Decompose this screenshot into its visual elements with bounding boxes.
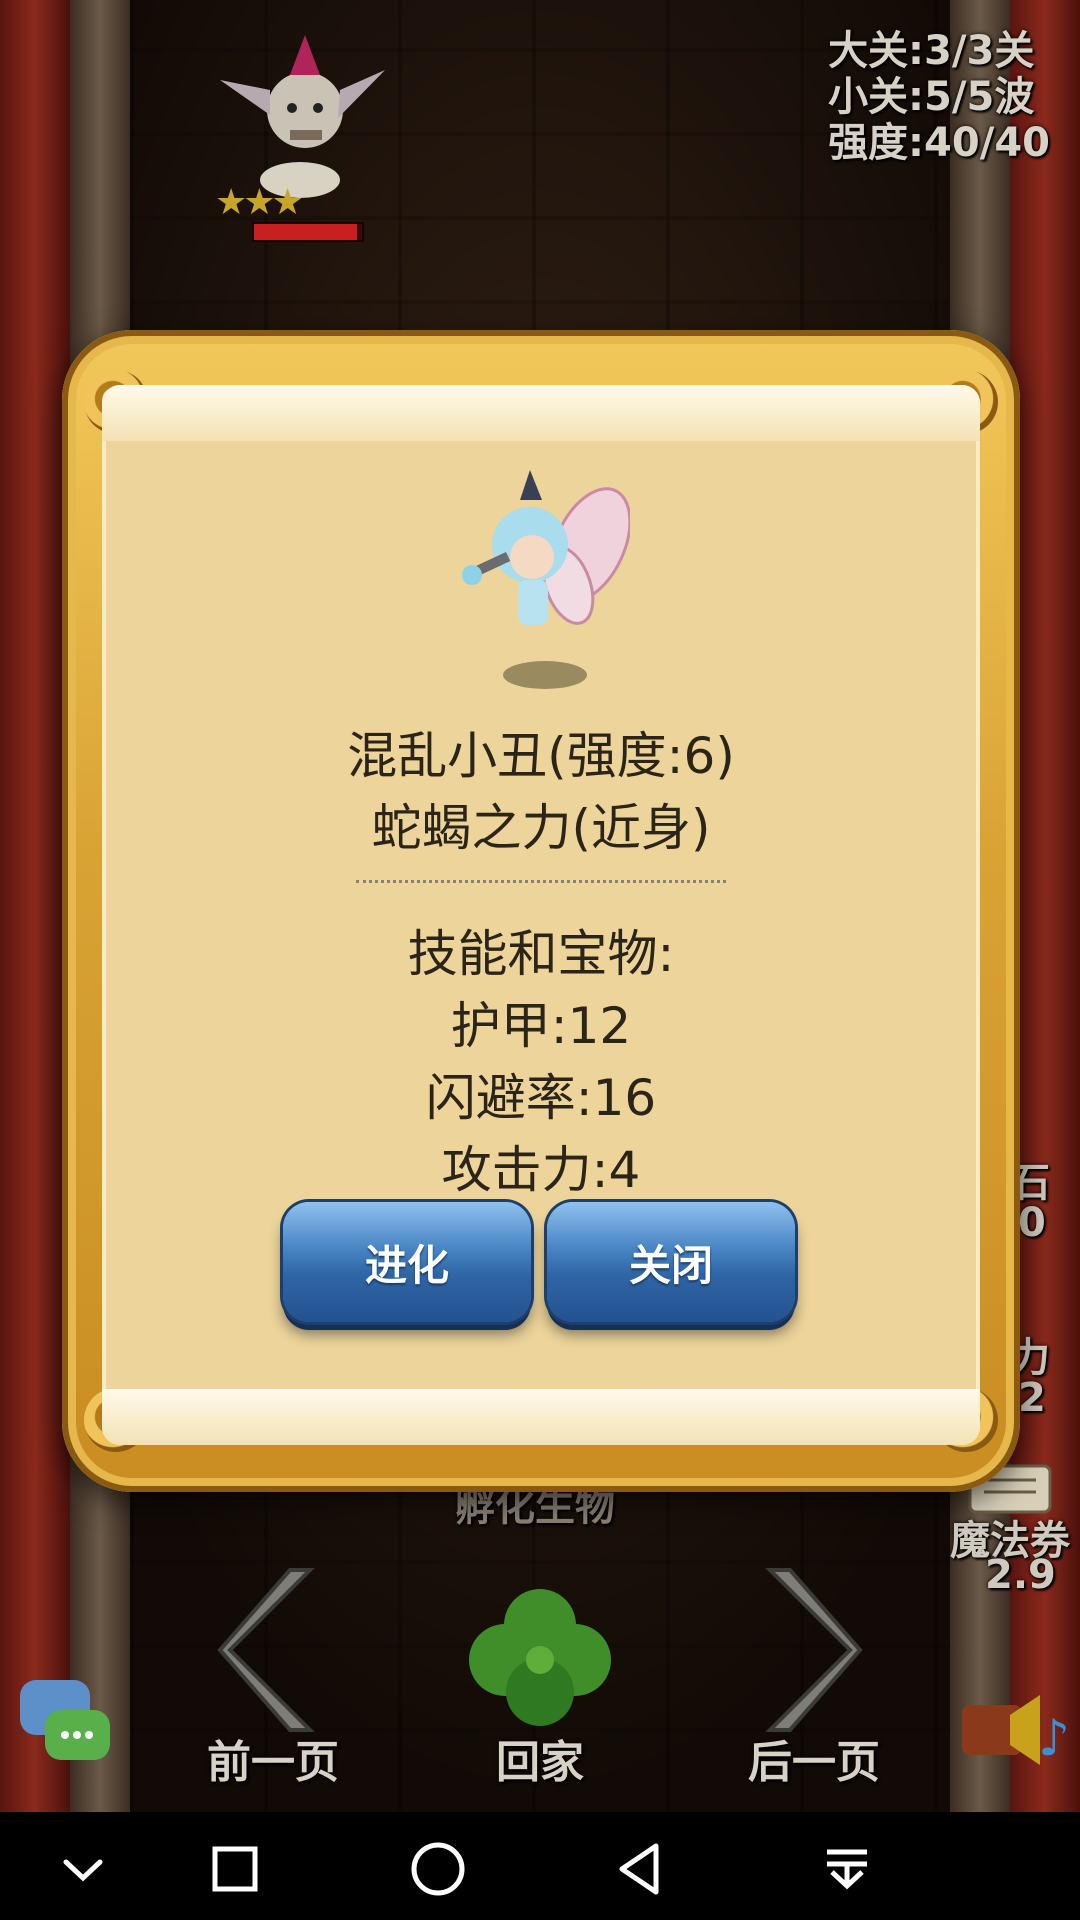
prev-page-arrow-icon[interactable] — [215, 1560, 325, 1740]
divider — [356, 880, 726, 883]
enemy-stars: ★★★ — [215, 182, 304, 223]
skills-title: 技能和宝物: — [407, 925, 675, 983]
circle-home-icon[interactable] — [403, 1834, 473, 1904]
triangle-back-icon[interactable] — [606, 1834, 676, 1904]
small-level-text: 小关:5/5波 — [828, 74, 1035, 120]
pull-down-icon[interactable] — [812, 1834, 882, 1904]
chat-icon[interactable] — [15, 1675, 115, 1775]
system-nav-bar — [0, 1812, 1080, 1920]
side-label-2b: 2 — [1018, 1375, 1046, 1421]
curtain-left — [0, 0, 70, 1812]
next-page-arrow-icon[interactable] — [755, 1560, 865, 1740]
chevron-down-icon[interactable] — [48, 1834, 118, 1904]
enemy-hp-fill — [254, 224, 357, 240]
prev-page-label[interactable]: 前一页 — [207, 1726, 339, 1790]
stat-armor: 护甲:12 — [450, 997, 632, 1055]
unit-type: 蛇蝎之力(近身) — [371, 799, 711, 857]
stat-dodge: 闪避率:16 — [425, 1069, 657, 1127]
close-button[interactable]: 关闭 — [547, 1202, 795, 1322]
home-label[interactable]: 回家 — [496, 1726, 584, 1790]
svg-text:♪: ♪ — [1038, 1709, 1070, 1767]
enemy-hp-bar — [252, 222, 364, 242]
stat-attack: 攻击力:4 — [441, 1141, 641, 1199]
home-clover-icon[interactable] — [460, 1580, 620, 1740]
fairy-unit-sprite — [462, 470, 630, 689]
square-recents-icon[interactable] — [200, 1834, 270, 1904]
side-label-1b: 0 — [1018, 1200, 1046, 1246]
paper-top-band — [102, 385, 980, 441]
paper-bottom-band — [102, 1389, 980, 1445]
next-page-label[interactable]: 后一页 — [748, 1726, 880, 1790]
big-level-text: 大关:3/3关 — [828, 28, 1035, 74]
evolve-button[interactable]: 进化 — [283, 1202, 531, 1322]
stage-info: 大关:3/3关 小关:5/5波 强度:40/40 — [828, 28, 1050, 166]
unit-name: 混乱小丑(强度:6) — [347, 727, 735, 785]
magic-ticket-value: 2.9 — [985, 1552, 1056, 1598]
strength-text: 强度:40/40 — [828, 120, 1050, 166]
music-icon[interactable]: ♪ — [960, 1685, 1070, 1775]
